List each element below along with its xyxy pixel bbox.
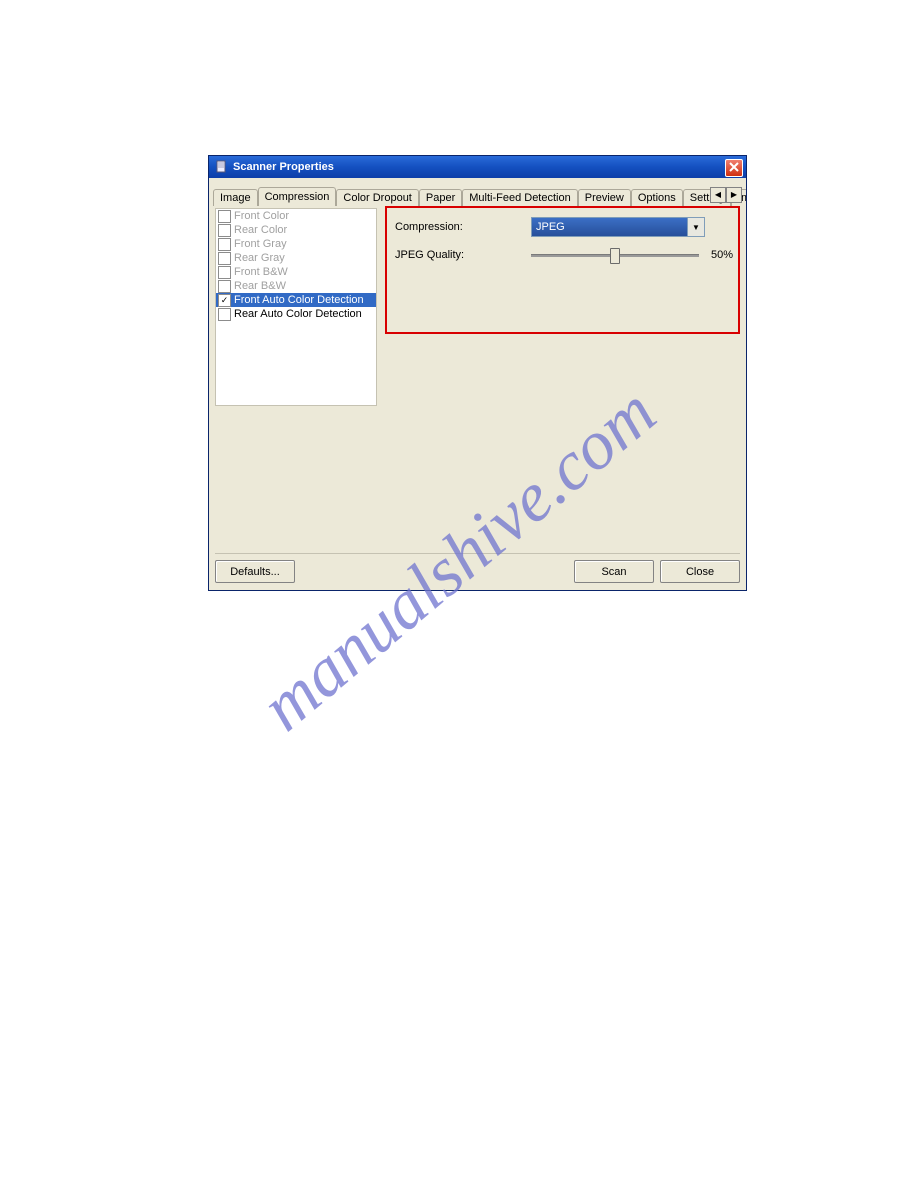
dropdown-arrow-button[interactable]: ▼ [687,218,704,236]
close-button-label: Close [686,566,714,578]
defaults-button-label: Defaults... [230,566,280,578]
checkbox[interactable] [218,308,231,321]
sidebar-item-label: Rear Gray [234,252,285,264]
checkbox[interactable] [218,252,231,265]
sidebar-item-label: Rear Color [234,224,287,236]
tab-label: Compression [265,191,330,203]
sidebar-item-rear-auto-color-detection[interactable]: Rear Auto Color Detection [216,307,376,321]
tab-scroll-controls: ◀ ▶ [710,187,742,203]
compression-label: Compression: [395,221,485,233]
sidebar-item-label: Rear Auto Color Detection [234,308,362,320]
checkbox[interactable]: ✓ [218,294,231,307]
sidebar-item-rear-color[interactable]: Rear Color [216,223,376,237]
checkbox[interactable] [218,280,231,293]
sidebar-item-label: Rear B&W [234,280,286,292]
tab-scroll-left-button[interactable]: ◀ [710,187,726,203]
tab-label: Image [220,192,251,204]
sidebar-item-label: Front Gray [234,238,287,250]
checkbox[interactable] [218,238,231,251]
chevron-right-icon: ▶ [731,191,737,199]
close-button[interactable]: Close [660,560,740,583]
sidebar-item-front-gray[interactable]: Front Gray [216,237,376,251]
sidebar-item-front-b-w[interactable]: Front B&W [216,265,376,279]
scan-button[interactable]: Scan [574,560,654,583]
tab-preview[interactable]: Preview [578,189,631,206]
scan-button-label: Scan [601,566,626,578]
tab-options[interactable]: Options [631,189,683,206]
defaults-button[interactable]: Defaults... [215,560,295,583]
tab-compression[interactable]: Compression [258,187,337,206]
content-area: Front Color Rear Color Front Gray Rear Gray… [215,208,740,552]
sidebar-item-label: Front Color [234,210,289,222]
checkbox[interactable] [218,224,231,237]
compression-row: Compression: JPEG ▼ [395,218,735,236]
app-icon [215,160,229,174]
tab-label: Multi-Feed Detection [469,192,571,204]
dialog-footer: Defaults... Close Scan [215,553,740,582]
sidebar-item-label: Front Auto Color Detection [234,294,364,306]
jpeg-quality-row: JPEG Quality: 50% [395,246,735,264]
sidebar-item-rear-b-w[interactable]: Rear B&W [216,279,376,293]
tab-multi-feed-detection[interactable]: Multi-Feed Detection [462,189,578,206]
tab-color-dropout[interactable]: Color Dropout [336,189,418,206]
tabstrip: Image Compression Color Dropout Paper Multi-… [209,184,746,206]
scanner-properties-window: Scanner Properties Image Compression Color… [208,155,747,591]
chevron-left-icon: ◀ [715,191,721,199]
image-type-sidebar: Front Color Rear Color Front Gray Rear Gray… [215,208,377,406]
window-title: Scanner Properties [233,161,334,173]
jpeg-quality-label: JPEG Quality: [395,249,485,261]
sidebar-item-front-color[interactable]: Front Color [216,209,376,223]
slider-thumb[interactable] [610,248,620,264]
jpeg-quality-slider[interactable] [531,246,699,264]
tab-scroll-right-button[interactable]: ▶ [726,187,742,203]
checkbox[interactable] [218,210,231,223]
checkbox[interactable] [218,266,231,279]
sidebar-item-rear-gray[interactable]: Rear Gray [216,251,376,265]
compression-value: JPEG [536,221,565,233]
tab-paper[interactable]: Paper [419,189,462,206]
titlebar: Scanner Properties [209,156,746,178]
tab-label: Color Dropout [343,192,411,204]
close-icon [729,162,739,175]
compression-dropdown[interactable]: JPEG ▼ [531,217,705,237]
jpeg-quality-value: 50% [711,249,733,261]
tab-image[interactable]: Image [213,189,258,206]
tab-label: Preview [585,192,624,204]
sidebar-item-front-auto-color-detection[interactable]: ✓Front Auto Color Detection [216,293,376,307]
tab-label: Paper [426,192,455,204]
chevron-down-icon: ▼ [692,223,700,232]
close-window-button[interactable] [725,159,743,177]
sidebar-item-label: Front B&W [234,266,288,278]
tab-label: Options [638,192,676,204]
